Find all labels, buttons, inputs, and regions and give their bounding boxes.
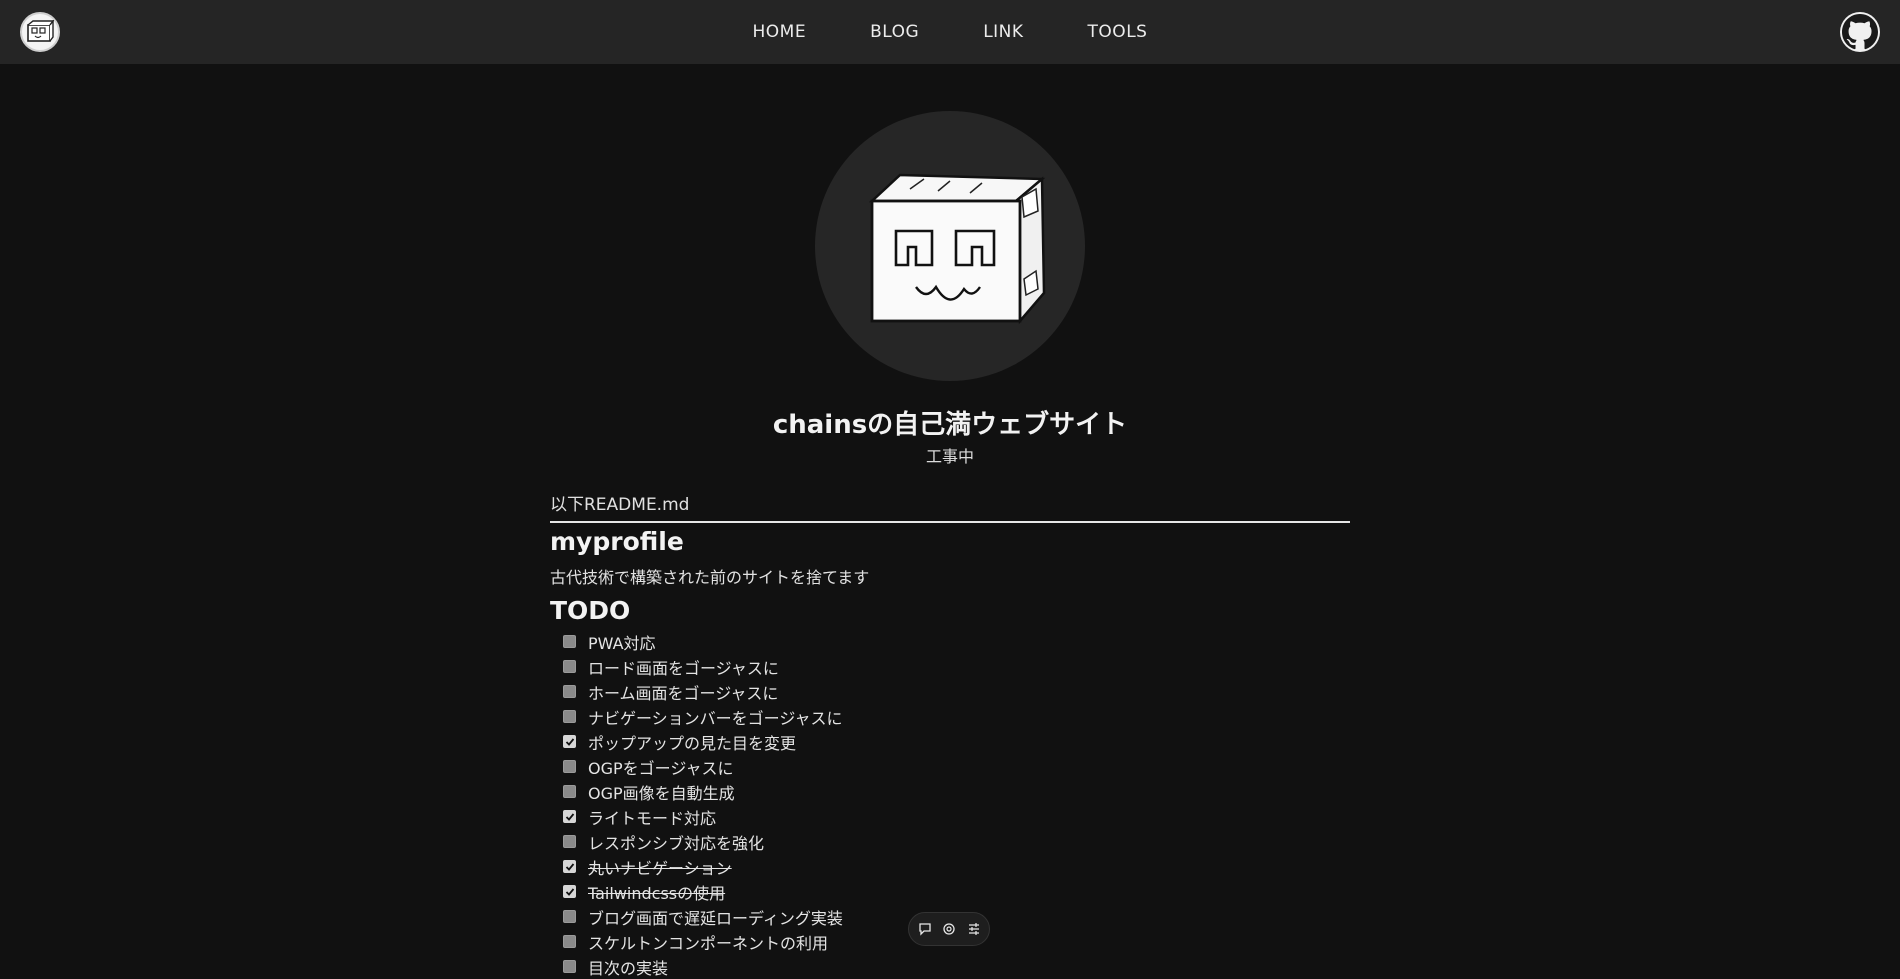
todo-label: 丸いナビゲーション (588, 858, 732, 878)
todo-item: 丸いナビゲーション (563, 854, 1350, 879)
todo-label: ナビゲーションバーをゴージャスに (588, 708, 843, 728)
ring-icon[interactable] (940, 920, 958, 938)
readme-heading: myprofile (550, 527, 684, 556)
floating-action-bar (908, 912, 990, 946)
todo-label: ライトモード対応 (588, 808, 717, 828)
todo-checkbox[interactable] (563, 785, 576, 798)
todo-item: OGP画像を自動生成 (563, 779, 1350, 804)
list-icon[interactable] (965, 920, 983, 938)
todo-item: ポップアップの見た目を変更 (563, 729, 1350, 754)
site-subtitle: 工事中 (925, 447, 974, 466)
todo-item: ロード画面をゴージャスに (563, 654, 1350, 679)
todo-item: Tailwindcssの使用 (563, 879, 1350, 904)
site-title: chainsの自己満ウェブサイト (772, 410, 1128, 440)
top-navigation-bar: HOME BLOG LINK TOOLS (0, 0, 1900, 64)
todo-checkbox[interactable] (563, 810, 576, 823)
readme-description: 古代技術で構築された前のサイトを捨てます (550, 568, 870, 587)
main-nav: HOME BLOG LINK TOOLS (0, 0, 1900, 64)
todo-checkbox[interactable] (563, 760, 576, 773)
todo-label: ポップアップの見た目を変更 (588, 733, 797, 753)
github-icon[interactable] (1840, 12, 1880, 52)
todo-label: PWA対応 (588, 633, 656, 653)
todo-label: ホーム画面をゴージャスに (588, 683, 779, 703)
nav-blog-link[interactable]: BLOG (838, 22, 951, 42)
todo-label: スケルトンコンポーネントの利用 (588, 933, 829, 953)
todo-item: ライトモード対応 (563, 804, 1350, 829)
todo-checkbox[interactable] (563, 910, 576, 923)
todo-item: ホーム画面をゴージャスに (563, 679, 1350, 704)
todo-checkbox[interactable] (563, 660, 576, 673)
todo-checkbox[interactable] (563, 710, 576, 723)
avatar (815, 111, 1085, 381)
nav-link-link[interactable]: LINK (951, 22, 1055, 42)
todo-label: OGP画像を自動生成 (588, 783, 735, 803)
todo-checkbox[interactable] (563, 635, 576, 648)
todo-checkbox[interactable] (563, 860, 576, 873)
todo-checkbox[interactable] (563, 685, 576, 698)
todo-checkbox[interactable] (563, 885, 576, 898)
todo-label: レスポンシブ対応を強化 (588, 833, 765, 853)
todo-item: レスポンシブ対応を強化 (563, 829, 1350, 854)
todo-item: ナビゲーションバーをゴージャスに (563, 704, 1350, 729)
todo-heading: TODO (550, 596, 631, 625)
comment-icon[interactable] (916, 920, 934, 938)
readme-section: 以下README.md myprofile 古代技術で構築された前のサイトを捨て… (550, 490, 1350, 979)
todo-label: ロード画面をゴージャスに (588, 658, 779, 678)
todo-label: ブログ画面で遅延ローディング実装 (588, 908, 843, 928)
readme-label: 以下README.md (550, 490, 1350, 523)
todo-checkbox[interactable] (563, 735, 576, 748)
todo-item: OGPをゴージャスに (563, 754, 1350, 779)
todo-item: PWA対応 (563, 629, 1350, 654)
todo-checkbox[interactable] (563, 960, 576, 973)
nav-home-link[interactable]: HOME (721, 22, 839, 42)
todo-item: 目次の実装 (563, 954, 1350, 979)
cardboard-box-logo-icon[interactable] (20, 12, 60, 52)
nav-tools-link[interactable]: TOOLS (1056, 22, 1180, 42)
todo-checkbox[interactable] (563, 935, 576, 948)
todo-label: OGPをゴージャスに (588, 758, 734, 778)
todo-checkbox[interactable] (563, 835, 576, 848)
todo-label: Tailwindcssの使用 (588, 883, 726, 903)
